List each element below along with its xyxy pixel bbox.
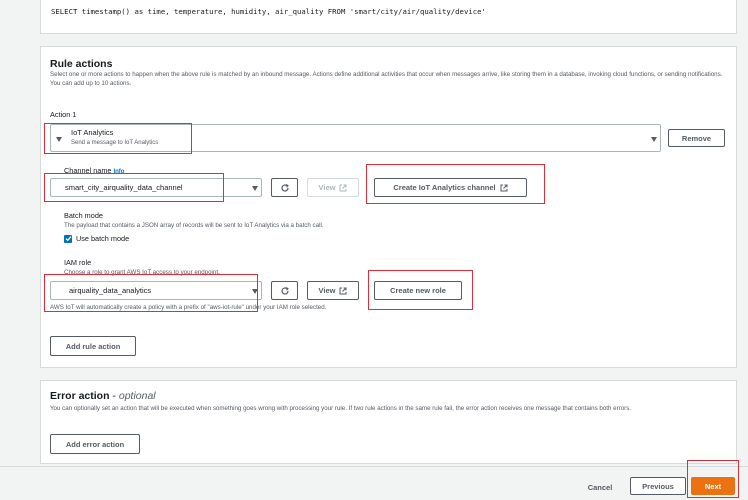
action-type-select[interactable]: IoT Analytics Send a message to IoT Anal…	[50, 124, 661, 152]
caret-down-icon	[651, 137, 657, 142]
channel-name-select[interactable]: smart_city_airquality_data_channel	[50, 178, 262, 197]
action-type-value: IoT Analytics	[71, 128, 114, 137]
external-link-icon	[500, 184, 508, 191]
query-statement-panel: SELECT timestamp() as time, temperature,…	[40, 0, 737, 34]
refresh-channel-button[interactable]	[271, 178, 298, 197]
caret-down-icon	[252, 186, 258, 191]
iam-role-value: airquality_data_analytics	[69, 286, 152, 295]
error-action-panel: Error action - optional You can optional…	[40, 380, 737, 464]
refresh-icon	[280, 183, 289, 192]
info-link[interactable]: Info	[113, 169, 124, 175]
previous-button[interactable]: Previous	[630, 477, 686, 495]
query-statement: SELECT timestamp() as time, temperature,…	[51, 7, 486, 16]
caret-down-icon	[252, 289, 258, 294]
batch-mode-checkbox[interactable]	[64, 234, 72, 243]
remove-button[interactable]: Remove	[668, 129, 725, 147]
external-link-icon	[339, 287, 347, 294]
caret-down-icon	[56, 137, 62, 142]
channel-name-label: Channel name Info	[64, 166, 125, 175]
rule-actions-description: Select one or more actions to happen whe…	[50, 71, 723, 87]
batch-mode-checkbox-label: Use batch mode	[76, 234, 130, 243]
view-role-button[interactable]: View	[307, 281, 359, 300]
refresh-role-button[interactable]	[271, 281, 298, 300]
action-1-label: Action 1	[50, 110, 77, 119]
create-iot-analytics-channel-button[interactable]: Create IoT Analytics channel	[374, 178, 527, 197]
iam-role-select[interactable]: airquality_data_analytics	[50, 281, 262, 300]
batch-mode-label: Batch mode	[64, 211, 103, 220]
iam-role-note: AWS IoT will automatically create a poli…	[50, 304, 327, 311]
optional-tag: optional	[118, 390, 156, 402]
create-new-role-button[interactable]: Create new role	[374, 281, 462, 300]
iam-role-description: Choose a role to grant AWS IoT access to…	[64, 269, 220, 276]
add-rule-action-button[interactable]: Add rule action	[50, 336, 136, 356]
next-button[interactable]: Next	[691, 477, 735, 495]
rule-actions-panel: Rule actions Select one or more actions …	[40, 46, 737, 368]
footer-divider	[0, 466, 748, 467]
external-link-icon	[339, 184, 347, 191]
batch-mode-description: The payload that contains a JSON array o…	[64, 222, 324, 229]
view-channel-button[interactable]: View	[307, 178, 359, 197]
batch-mode-option[interactable]: Use batch mode	[64, 234, 129, 243]
channel-name-value: smart_city_airquality_data_channel	[65, 183, 183, 192]
check-icon	[65, 236, 71, 242]
refresh-icon	[280, 286, 289, 295]
action-type-subtitle: Send a message to IoT Analytics	[71, 140, 159, 146]
error-action-title: Error action - optional	[50, 390, 156, 402]
cancel-button[interactable]: Cancel	[580, 478, 620, 496]
add-error-action-button[interactable]: Add error action	[50, 434, 140, 454]
iam-role-label: IAM role	[64, 258, 92, 267]
error-action-description: You can optionally set an action that wi…	[50, 405, 632, 412]
rule-actions-title: Rule actions	[50, 58, 113, 70]
